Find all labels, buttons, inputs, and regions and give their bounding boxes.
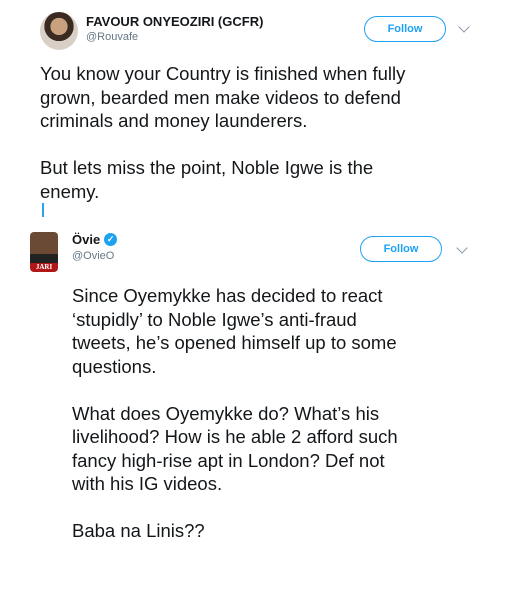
author-handle[interactable]: @OvieO [72, 250, 114, 262]
follow-button[interactable]: Follow [364, 16, 446, 42]
avatar-tag: JARI [35, 263, 53, 271]
tweet-text: You know your Country is finished when f… [40, 63, 406, 202]
avatar[interactable]: JARI [30, 232, 58, 272]
avatar[interactable] [40, 12, 78, 50]
author-name[interactable]: FAVOUR ONYEOZIRI (GCFR) [86, 14, 263, 29]
verified-badge-icon: ✓ [104, 233, 118, 246]
author-name-row[interactable]: Övie ✓ [72, 232, 118, 247]
tweet-text: Since Oyemykke has decided to react ‘stu… [72, 285, 398, 541]
chevron-down-icon[interactable] [458, 21, 470, 33]
tweet-1: FAVOUR ONYEOZIRI (GCFR) @Rouvafe Follow … [0, 0, 516, 215]
author-handle[interactable]: @Rouvafe [86, 31, 138, 43]
follow-button[interactable]: Follow [360, 236, 442, 262]
author-name[interactable]: Övie [72, 232, 100, 247]
